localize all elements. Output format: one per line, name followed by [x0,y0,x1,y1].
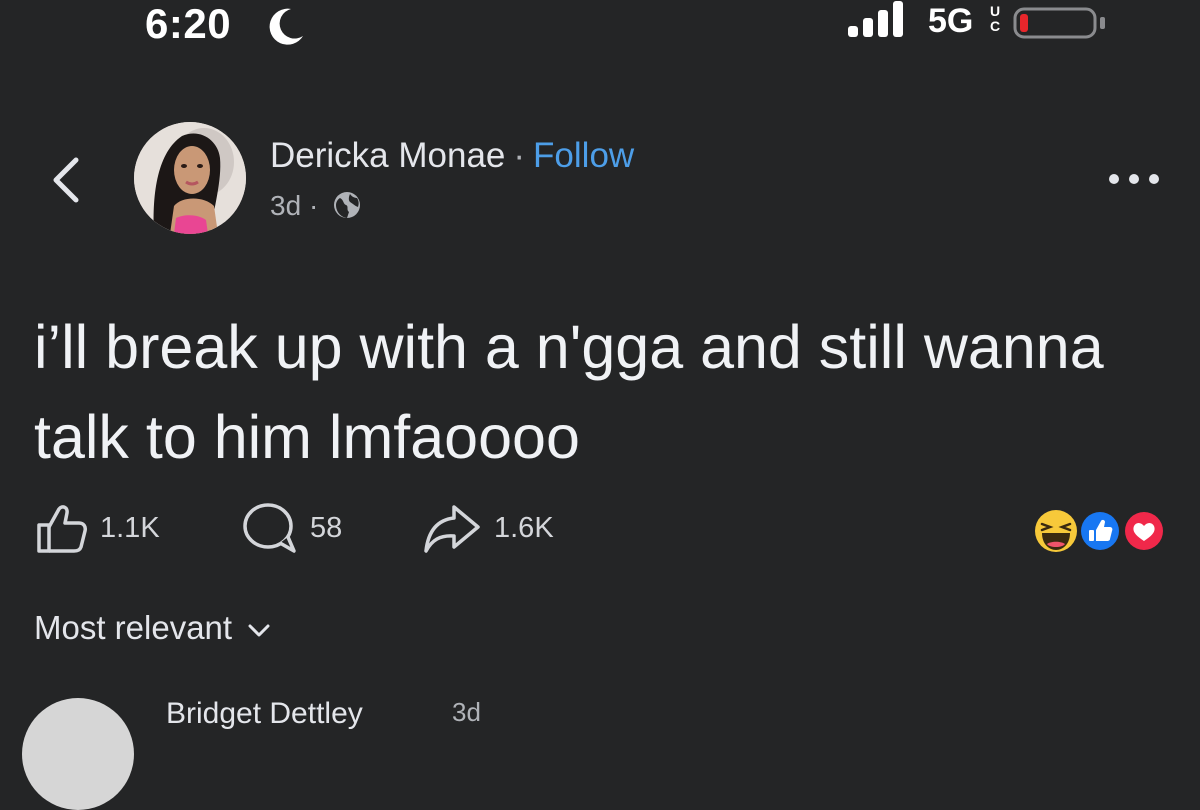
battery-icon [1013,7,1105,39]
sort-label: Most relevant [34,609,233,646]
thumbs-up-icon [37,505,87,553]
status-time: 6:20 [145,0,232,47]
post-text: i’ll break up with a n'gga and still wan… [34,313,1104,471]
haha-icon [1123,510,1165,552]
network-superscript: UC [989,3,1001,34]
author-name[interactable]: Dericka Monae [270,136,505,175]
comment-bubble-icon [243,503,296,553]
post-age[interactable]: 3d [270,190,301,221]
reactions-summary[interactable] [1030,506,1170,556]
status-bar: 6:20 5G UC [0,0,1200,60]
more-options-button[interactable] [1104,164,1164,194]
share-count: 1.6K [494,511,554,544]
like-count: 1.1K [100,511,160,544]
chevron-down-icon [248,624,270,637]
do-not-disturb-moon-icon [269,8,303,45]
globe-icon [334,192,361,218]
author-avatar[interactable] [134,122,246,234]
haha-emoji-icon [1033,508,1079,554]
follow-button[interactable]: Follow [533,136,634,175]
comment-button[interactable]: 58 [240,500,342,556]
meta-separator: · [308,190,319,221]
share-button[interactable]: 1.6K [422,500,554,556]
signal-strength-icon [848,1,903,37]
post-meta: 3d · [270,190,362,222]
back-button[interactable] [40,150,90,210]
like-icon [1079,510,1121,552]
comment-age: 3d [452,697,481,727]
comment-author[interactable]: Bridget Dettley [166,697,363,731]
author-separator: · [513,136,526,175]
author-line: Dericka Monae · Follow [270,136,634,176]
share-arrow-icon [424,505,480,553]
comment-count: 58 [310,511,343,544]
comment-sort-dropdown[interactable]: Most relevant [34,606,270,650]
like-button[interactable]: 1.1K [34,500,160,556]
comment-avatar[interactable] [22,698,134,810]
network-type: 5G [928,2,974,40]
